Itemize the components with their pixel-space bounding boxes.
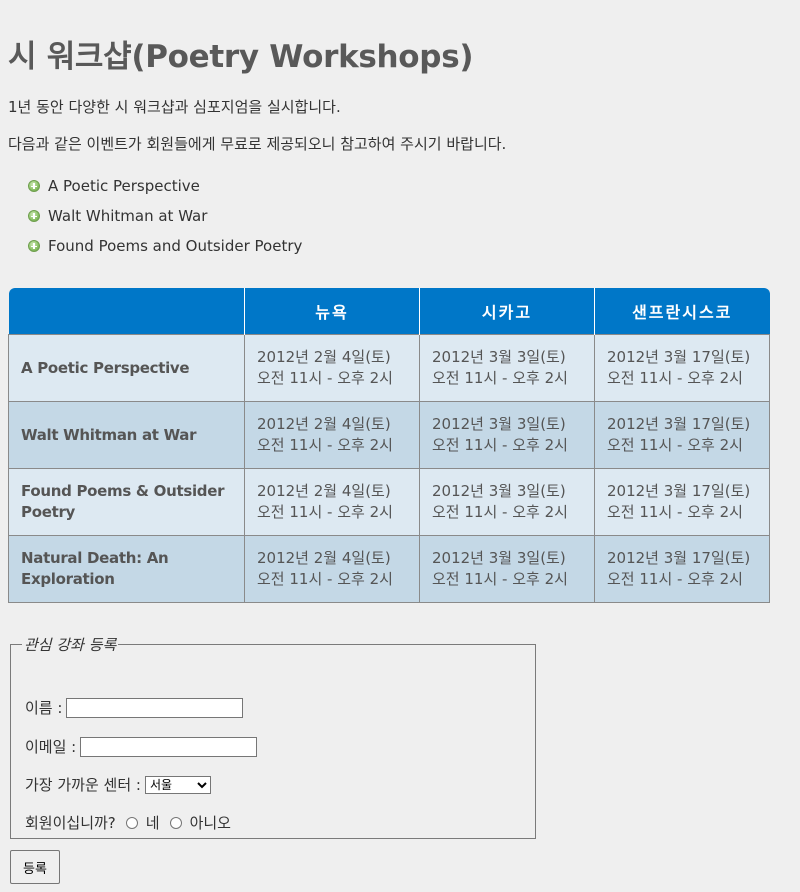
table-row: Natural Death: An Exploration 2012년 2월 4… bbox=[8, 535, 770, 603]
name-label: 이름 : bbox=[25, 699, 63, 717]
cell-date: 2012년 2월 4일(토) bbox=[257, 549, 391, 567]
schedule-table: 뉴욕 시카고 샌프란시스코 A Poetic Perspective 2012년… bbox=[8, 288, 770, 603]
cell-time: 오전 11시 - 오후 2시 bbox=[257, 369, 393, 387]
cell-time: 오전 11시 - 오후 2시 bbox=[607, 503, 743, 521]
email-row: 이메일 : bbox=[25, 736, 258, 757]
table-cell: 2012년 2월 4일(토) 오전 11시 - 오후 2시 bbox=[244, 468, 420, 536]
course-name: Walt Whitman at War bbox=[8, 401, 245, 469]
cell-time: 오전 11시 - 오후 2시 bbox=[432, 570, 568, 588]
cell-time: 오전 11시 - 오후 2시 bbox=[257, 570, 393, 588]
cell-date: 2012년 3월 17일(토) bbox=[607, 482, 751, 500]
event-label: A Poetic Perspective bbox=[48, 177, 200, 195]
center-label: 가장 가까운 센터 : bbox=[25, 776, 141, 794]
table-cell: 2012년 3월 3일(토) 오전 11시 - 오후 2시 bbox=[419, 334, 595, 402]
plus-circle-icon bbox=[28, 240, 40, 252]
list-item: Walt Whitman at War bbox=[28, 201, 302, 231]
name-field[interactable] bbox=[66, 697, 244, 718]
table-cell: 2012년 3월 17일(토) 오전 11시 - 오후 2시 bbox=[594, 535, 770, 603]
header-chicago: 시카고 bbox=[419, 288, 595, 335]
cell-date: 2012년 3월 3일(토) bbox=[432, 415, 566, 433]
cell-time: 오전 11시 - 오후 2시 bbox=[432, 436, 568, 454]
cell-time: 오전 11시 - 오후 2시 bbox=[607, 369, 743, 387]
table-header-row: 뉴욕 시카고 샌프란시스코 bbox=[8, 288, 770, 335]
table-cell: 2012년 3월 3일(토) 오전 11시 - 오후 2시 bbox=[419, 535, 595, 603]
header-san-francisco: 샌프란시스코 bbox=[594, 288, 770, 335]
cell-date: 2012년 3월 3일(토) bbox=[432, 549, 566, 567]
email-label: 이메일 : bbox=[25, 738, 77, 756]
header-empty bbox=[8, 288, 245, 335]
cell-date: 2012년 3월 3일(토) bbox=[432, 482, 566, 500]
cell-time: 오전 11시 - 오후 2시 bbox=[432, 503, 568, 521]
cell-time: 오전 11시 - 오후 2시 bbox=[607, 436, 743, 454]
intro-text-2: 다음과 같은 이벤트가 회원들에게 무료로 제공되오니 참고하여 주시기 바랍니… bbox=[8, 135, 507, 153]
cell-date: 2012년 3월 17일(토) bbox=[607, 415, 751, 433]
course-name: A Poetic Perspective bbox=[8, 334, 245, 402]
cell-date: 2012년 3월 17일(토) bbox=[607, 549, 751, 567]
event-label: Walt Whitman at War bbox=[48, 207, 208, 225]
submit-button[interactable]: 등록 bbox=[10, 850, 60, 884]
table-row: Found Poems & Outsider Poetry 2012년 2월 4… bbox=[8, 468, 770, 536]
member-row: 회원이십니까? 네 아니오 bbox=[25, 812, 231, 833]
table-cell: 2012년 3월 3일(토) 오전 11시 - 오후 2시 bbox=[419, 468, 595, 536]
table-cell: 2012년 3월 17일(토) 오전 11시 - 오후 2시 bbox=[594, 468, 770, 536]
cell-time: 오전 11시 - 오후 2시 bbox=[432, 369, 568, 387]
intro-text: 1년 동안 다양한 시 워크샵과 심포지엄을 실시합니다. bbox=[8, 98, 341, 116]
cell-time: 오전 11시 - 오후 2시 bbox=[257, 436, 393, 454]
registration-fieldset: 관심 강좌 등록 이름 : 이메일 : 가장 가까운 센터 : 서울 회원이십니… bbox=[10, 634, 536, 839]
course-name: Natural Death: An Exploration bbox=[8, 535, 245, 603]
email-field[interactable] bbox=[80, 736, 258, 757]
table-cell: 2012년 2월 4일(토) 오전 11시 - 오후 2시 bbox=[244, 334, 420, 402]
page-title: 시 워크샵(Poetry Workshops) bbox=[8, 39, 474, 75]
center-select[interactable]: 서울 bbox=[144, 775, 211, 794]
member-label: 회원이십니까? bbox=[25, 814, 116, 832]
list-item: A Poetic Perspective bbox=[28, 171, 302, 201]
event-list: A Poetic Perspective Walt Whitman at War… bbox=[28, 171, 302, 261]
member-no-label[interactable]: 아니오 bbox=[190, 812, 231, 833]
table-cell: 2012년 2월 4일(토) 오전 11시 - 오후 2시 bbox=[244, 401, 420, 469]
cell-date: 2012년 2월 4일(토) bbox=[257, 348, 391, 366]
event-label: Found Poems and Outsider Poetry bbox=[48, 237, 303, 255]
plus-circle-icon bbox=[28, 210, 40, 222]
member-yes-radio[interactable] bbox=[125, 816, 138, 829]
list-item: Found Poems and Outsider Poetry bbox=[28, 231, 302, 261]
name-row: 이름 : bbox=[25, 697, 244, 718]
table-row: A Poetic Perspective 2012년 2월 4일(토) 오전 11… bbox=[8, 334, 770, 402]
course-name: Found Poems & Outsider Poetry bbox=[8, 468, 245, 536]
cell-date: 2012년 2월 4일(토) bbox=[257, 415, 391, 433]
member-yes-label[interactable]: 네 bbox=[146, 812, 160, 833]
member-no-radio[interactable] bbox=[169, 816, 182, 829]
table-cell: 2012년 3월 17일(토) 오전 11시 - 오후 2시 bbox=[594, 334, 770, 402]
table-cell: 2012년 2월 4일(토) 오전 11시 - 오후 2시 bbox=[244, 535, 420, 603]
cell-date: 2012년 2월 4일(토) bbox=[257, 482, 391, 500]
table-cell: 2012년 3월 3일(토) 오전 11시 - 오후 2시 bbox=[419, 401, 595, 469]
table-row: Walt Whitman at War 2012년 2월 4일(토) 오전 11시… bbox=[8, 401, 770, 469]
cell-date: 2012년 3월 3일(토) bbox=[432, 348, 566, 366]
cell-time: 오전 11시 - 오후 2시 bbox=[607, 570, 743, 588]
center-row: 가장 가까운 센터 : 서울 bbox=[25, 774, 211, 795]
plus-circle-icon bbox=[28, 180, 40, 192]
table-cell: 2012년 3월 17일(토) 오전 11시 - 오후 2시 bbox=[594, 401, 770, 469]
header-new-york: 뉴욕 bbox=[244, 288, 420, 335]
cell-time: 오전 11시 - 오후 2시 bbox=[257, 503, 393, 521]
cell-date: 2012년 3월 17일(토) bbox=[607, 348, 751, 366]
fieldset-legend: 관심 강좌 등록 bbox=[24, 636, 117, 654]
